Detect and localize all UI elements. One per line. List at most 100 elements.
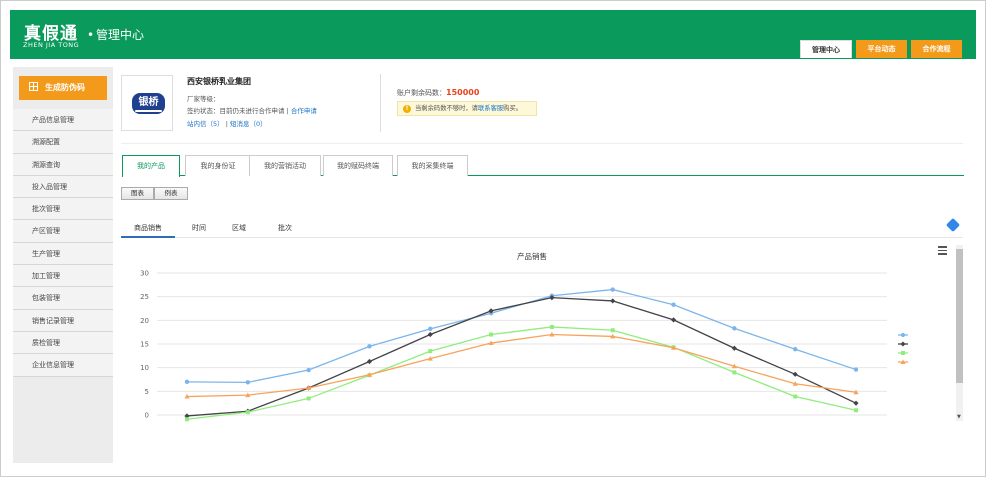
sidebar-item-area[interactable]: 产区管理	[13, 220, 113, 243]
sidebar-item-sales-records[interactable]: 销售记录管理	[13, 309, 113, 332]
sidebar: 生成防伪码 产品信息管理 溯源配置 溯源查询 投入品管理 批次管理 产区管理 生…	[13, 67, 113, 463]
data-point	[792, 347, 798, 352]
data-point	[427, 331, 433, 338]
generate-code-button[interactable]: 生成防伪码	[19, 76, 107, 100]
company-logo: 银桥	[121, 75, 173, 131]
company-logo-badge: 银桥	[132, 93, 165, 114]
y-tick-label: 5	[145, 388, 149, 396]
tab-my-id[interactable]: 我的身份证	[185, 155, 251, 176]
tab-my-marketing[interactable]: 我的营销活动	[249, 155, 321, 176]
data-point	[731, 345, 737, 351]
tab-product-sales[interactable]: 商品销售	[121, 220, 175, 238]
data-point	[610, 328, 615, 333]
apply-cooperation-link[interactable]: 合作申请	[291, 107, 317, 115]
y-tick-label: 10	[140, 364, 149, 372]
horizontal-divider	[121, 143, 963, 144]
y-tick-label: 0	[145, 412, 149, 420]
legend-marker	[900, 341, 906, 347]
data-point	[671, 302, 676, 307]
logo-subtitle-en: ZHEN JIA TONG	[23, 41, 80, 49]
data-point	[306, 396, 311, 401]
message-row: 站内信（5） | 短消息（0）	[187, 118, 267, 128]
data-point	[367, 344, 372, 349]
company-name: 西安银桥乳业集团	[187, 77, 251, 86]
vertical-divider	[380, 74, 381, 132]
sidebar-item-production[interactable]: 生产管理	[13, 242, 113, 266]
y-tick-label: 15	[140, 341, 149, 349]
sidebar-item-batch[interactable]: 批次管理	[13, 198, 113, 221]
inbox-link[interactable]: 站内信（5）	[187, 120, 224, 128]
tab-platform-news[interactable]: 平台动态	[856, 40, 907, 58]
y-tick-label: 30	[140, 270, 149, 278]
low-balance-notice: ! 当剩余码数不够时，请联系客服购买。	[397, 101, 537, 116]
data-point	[670, 317, 677, 323]
data-point	[853, 400, 859, 406]
account-balance: 账户剩余码数：150000	[397, 88, 479, 98]
sidebar-item-product-info[interactable]: 产品信息管理	[13, 109, 113, 132]
sales-chart: 产品销售 0 5 10 15 20 25 30	[121, 241, 964, 423]
notice-text: 当剩余码数不够时，请	[415, 105, 478, 112]
data-point	[732, 370, 737, 375]
tab-time[interactable]: 时间	[181, 220, 217, 238]
data-point	[610, 298, 616, 304]
data-point	[489, 332, 494, 337]
logo-dot: •	[87, 28, 95, 42]
data-point	[732, 326, 737, 331]
series-line-0	[186, 288, 857, 383]
sidebar-item-trace-config[interactable]: 溯源配置	[13, 131, 113, 154]
chart-svg: 产品销售 0 5 10 15 20 25 30	[140, 251, 908, 422]
data-point	[549, 324, 554, 329]
data-point	[793, 394, 798, 399]
tab-my-collection-terminals[interactable]: 我的采集终端	[397, 155, 468, 176]
contract-status: 签约状态：目前仍未进行合作申请	[187, 107, 285, 115]
data-point	[428, 326, 433, 332]
balance-value: 150000	[446, 88, 480, 97]
data-point	[185, 417, 189, 422]
data-point	[245, 380, 251, 385]
sidebar-item-quality[interactable]: 质检管理	[13, 331, 113, 355]
sidebar-item-packaging[interactable]: 包装管理	[13, 287, 113, 310]
sms-link[interactable]: 短消息（0）	[230, 120, 267, 128]
series-line-1	[186, 296, 857, 417]
sidebar-item-company-info[interactable]: 企业信息管理	[13, 354, 113, 377]
chart-tabs: 商品销售 时间 区域 批次	[121, 220, 963, 238]
sidebar-menu: 产品信息管理 溯源配置 溯源查询 投入品管理 批次管理 产区管理 生产管理 加工…	[13, 109, 113, 377]
separator: |	[225, 120, 228, 128]
chart-view-button[interactable]: 图表	[121, 187, 154, 200]
series-line-2	[186, 326, 857, 420]
grid-icon	[29, 82, 38, 91]
table-view-button[interactable]: 例表	[154, 187, 188, 200]
sidebar-item-processing[interactable]: 加工管理	[13, 265, 113, 288]
data-point	[184, 379, 190, 385]
tab-region[interactable]: 区域	[221, 220, 257, 238]
balance-label: 账户剩余码数：	[397, 89, 446, 97]
tab-my-products[interactable]: 我的产品	[122, 155, 180, 177]
tab-management-center[interactable]: 管理中心	[800, 40, 852, 58]
sidebar-item-inputs[interactable]: 投入品管理	[13, 175, 113, 199]
notice-suffix: 购买。	[503, 105, 523, 112]
chart-title: 产品销售	[517, 251, 547, 261]
tab-my-coding-terminals[interactable]: 我的赋码终端	[323, 155, 393, 176]
tab-cooperation-process[interactable]: 合作流程	[911, 40, 962, 58]
separator: |	[286, 107, 289, 115]
data-point	[854, 408, 858, 413]
contact-support-link[interactable]: 联系客服	[478, 105, 503, 112]
warning-icon: !	[403, 105, 411, 113]
y-tick-label: 20	[140, 317, 149, 325]
company-level: 厂家等级：	[187, 95, 220, 103]
product-subtabs: 我的产品 我的身份证 我的营销活动 我的赋码终端 我的采集终端	[122, 155, 964, 177]
data-point	[853, 367, 859, 372]
generate-code-label: 生成防伪码	[45, 83, 85, 92]
data-point	[306, 367, 311, 373]
legend-marker	[901, 333, 905, 337]
data-point	[428, 349, 433, 354]
chart-menu-icon[interactable]	[938, 246, 947, 257]
scroll-down-arrow-icon[interactable]: ▼	[957, 414, 961, 420]
scrollbar-thumb[interactable]	[956, 249, 963, 383]
y-tick-label: 25	[140, 293, 149, 301]
sidebar-item-trace-query[interactable]: 溯源查询	[13, 153, 113, 176]
header-subtitle: 管理中心	[96, 28, 145, 42]
tab-batch[interactable]: 批次	[267, 220, 303, 238]
legend-marker	[901, 351, 905, 355]
data-point	[245, 410, 250, 415]
